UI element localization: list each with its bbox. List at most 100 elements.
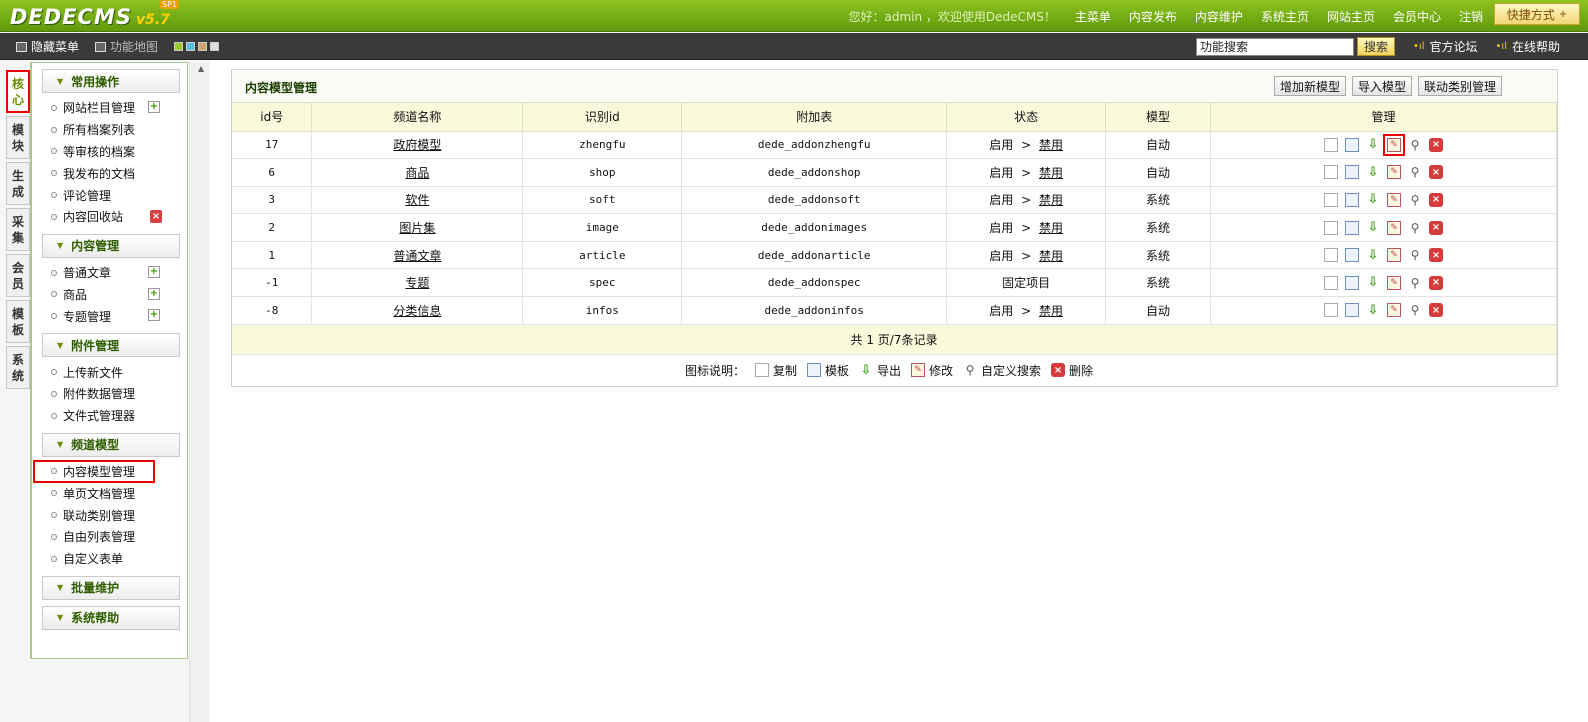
delete-icon[interactable]: × <box>1429 303 1443 318</box>
online-help-link[interactable]: •ıl 在线帮助 <box>1496 38 1560 55</box>
disable-link[interactable]: 禁用 <box>1039 166 1063 180</box>
menu-item-custom-forms[interactable]: 自定义表单 <box>46 548 187 570</box>
menu-item-free-lists[interactable]: 自由列表管理 <box>46 526 187 548</box>
disable-link[interactable]: 禁用 <box>1039 138 1063 152</box>
copy-icon[interactable] <box>1324 137 1338 152</box>
tab-member[interactable]: 会员 <box>6 254 30 297</box>
copy-icon[interactable] <box>1324 192 1338 207</box>
edit-icon[interactable]: ✎ <box>1387 192 1401 207</box>
linked-category-button[interactable]: 联动类别管理 <box>1417 76 1502 96</box>
search-icon[interactable]: ⚲ <box>1408 276 1422 290</box>
search-icon[interactable]: ⚲ <box>1408 303 1422 317</box>
delete-icon[interactable]: × <box>1429 192 1443 207</box>
menu-item-articles[interactable]: 普通文章 + <box>46 262 187 284</box>
channel-name-link[interactable]: 普通文章 <box>393 249 441 263</box>
menu-item-pending-archives[interactable]: 等审核的档案 <box>46 141 187 163</box>
menu-item-upload-file[interactable]: 上传新文件 <box>46 361 187 383</box>
search-icon[interactable]: ⚲ <box>1408 165 1422 179</box>
tab-collect[interactable]: 采集 <box>6 208 30 251</box>
scroll-up-icon[interactable]: ▲ <box>198 64 204 73</box>
add-icon[interactable]: + <box>148 309 160 322</box>
section-batch-maintain[interactable]: ▼ 批量维护 <box>42 575 180 600</box>
menu-item-all-archives[interactable]: 所有档案列表 <box>46 119 187 141</box>
add-icon[interactable]: + <box>148 287 160 300</box>
nav-content-maintain[interactable]: 内容维护 <box>1186 8 1252 25</box>
menu-item-linked-categories[interactable]: 联动类别管理 <box>46 504 187 526</box>
delete-icon[interactable]: × <box>1429 137 1443 152</box>
copy-icon[interactable] <box>1324 220 1338 235</box>
copy-icon[interactable] <box>1324 165 1338 180</box>
nav-logout[interactable]: 注销 <box>1450 8 1492 25</box>
menu-item-column-manage[interactable]: 网站栏目管理 + <box>46 97 187 119</box>
nav-content-publish[interactable]: 内容发布 <box>1120 8 1186 25</box>
export-icon[interactable]: ⇩ <box>1366 275 1380 290</box>
export-icon[interactable]: ⇩ <box>1366 248 1380 263</box>
nav-site-home[interactable]: 网站主页 <box>1318 8 1384 25</box>
template-icon[interactable] <box>1345 165 1359 180</box>
section-channel-models[interactable]: ▼ 频道模型 <box>42 432 180 457</box>
edit-icon[interactable]: ✎ <box>1387 275 1401 290</box>
copy-icon[interactable] <box>1324 248 1338 263</box>
nav-main-menu[interactable]: 主菜单 <box>1066 8 1120 25</box>
export-icon[interactable]: ⇩ <box>1366 220 1380 235</box>
tab-system[interactable]: 系统 <box>6 346 30 389</box>
channel-name-link[interactable]: 分类信息 <box>393 304 441 318</box>
tab-module[interactable]: 模块 <box>6 116 30 159</box>
channel-name-link[interactable]: 商品 <box>405 166 429 180</box>
edit-icon[interactable]: ✎ <box>1387 248 1401 263</box>
search-icon[interactable]: ⚲ <box>1408 221 1422 235</box>
menu-item-attachment-data[interactable]: 附件数据管理 <box>46 383 187 405</box>
disable-link[interactable]: 禁用 <box>1039 221 1063 235</box>
menu-item-file-manager[interactable]: 文件式管理器 <box>46 405 187 427</box>
edit-icon[interactable]: ✎ <box>1387 303 1401 318</box>
add-icon[interactable]: + <box>148 101 160 113</box>
menu-item-products[interactable]: 商品 + <box>46 284 187 306</box>
hide-menu-button[interactable]: 隐藏菜单 <box>16 38 79 55</box>
export-icon[interactable]: ⇩ <box>1366 165 1380 180</box>
section-common-ops[interactable]: ▼ 常用操作 <box>42 69 180 93</box>
tab-generate[interactable]: 生成 <box>6 162 30 205</box>
template-icon[interactable] <box>1345 248 1359 263</box>
disable-link[interactable]: 禁用 <box>1039 249 1063 263</box>
menu-item-single-pages[interactable]: 单页文档管理 <box>46 482 187 504</box>
tab-core[interactable]: 核心 <box>6 70 30 113</box>
edit-icon[interactable]: ✎ <box>1383 133 1405 156</box>
skin-brown-swatch[interactable] <box>198 42 208 51</box>
section-attachments[interactable]: ▼ 附件管理 <box>42 333 180 358</box>
delete-icon[interactable]: × <box>1429 248 1443 263</box>
search-icon[interactable]: ⚲ <box>1408 138 1422 152</box>
template-icon[interactable] <box>1345 220 1359 235</box>
function-search-input[interactable] <box>1196 37 1355 56</box>
template-icon[interactable] <box>1345 303 1359 318</box>
search-button[interactable]: 搜索 <box>1357 37 1396 56</box>
export-icon[interactable]: ⇩ <box>1366 137 1380 152</box>
copy-icon[interactable] <box>1324 303 1338 318</box>
channel-name-link[interactable]: 政府模型 <box>393 138 441 152</box>
copy-icon[interactable] <box>1324 275 1338 290</box>
export-icon[interactable]: ⇩ <box>1366 192 1380 207</box>
edit-icon[interactable]: ✎ <box>1387 165 1401 180</box>
template-icon[interactable] <box>1345 192 1359 207</box>
skin-blue-swatch[interactable] <box>186 42 196 51</box>
add-icon[interactable]: + <box>148 265 160 278</box>
official-forum-link[interactable]: •ıl 官方论坛 <box>1413 38 1477 55</box>
channel-name-link[interactable]: 图片集 <box>399 221 435 235</box>
delete-icon[interactable]: × <box>150 209 162 223</box>
tab-template[interactable]: 模板 <box>6 300 30 343</box>
menu-item-topics[interactable]: 专题管理 + <box>46 305 187 327</box>
section-system-help[interactable]: ▼ 系统帮助 <box>42 605 180 630</box>
search-icon[interactable]: ⚲ <box>1408 248 1422 262</box>
delete-icon[interactable]: × <box>1429 220 1443 235</box>
sidebar-splitter[interactable]: ▲ <box>189 62 209 722</box>
template-icon[interactable] <box>1345 275 1359 290</box>
menu-item-my-docs[interactable]: 我发布的文档 <box>46 162 187 184</box>
disable-link[interactable]: 禁用 <box>1039 304 1063 318</box>
template-icon[interactable] <box>1345 137 1359 152</box>
edit-icon[interactable]: ✎ <box>1387 220 1401 235</box>
menu-item-comments[interactable]: 评论管理 <box>46 184 187 206</box>
menu-item-content-models[interactable]: 内容模型管理 <box>33 459 155 484</box>
skin-gray-swatch[interactable] <box>210 42 220 51</box>
add-model-button[interactable]: 增加新模型 <box>1273 76 1346 96</box>
skin-green-swatch[interactable] <box>174 42 184 51</box>
section-content-manage[interactable]: ▼ 内容管理 <box>42 233 180 258</box>
